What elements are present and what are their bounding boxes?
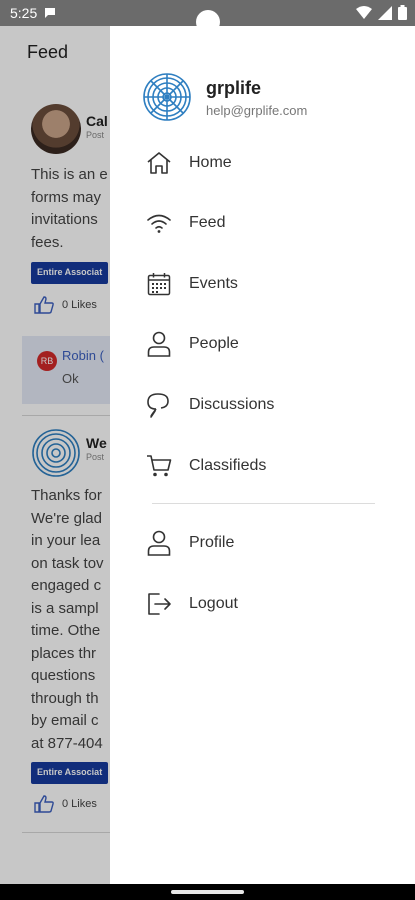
drawer-item-discussions[interactable]: Discussions bbox=[146, 385, 396, 425]
drawer-item-label: Home bbox=[189, 154, 232, 171]
drawer-item-feed[interactable]: Feed bbox=[146, 203, 396, 243]
drawer-item-profile[interactable]: Profile bbox=[146, 523, 396, 563]
message-notification-icon bbox=[45, 8, 55, 18]
drawer-item-events[interactable]: Events bbox=[146, 264, 396, 304]
signal-icon bbox=[378, 5, 392, 20]
battery-icon bbox=[398, 5, 407, 20]
drawer-divider bbox=[152, 503, 375, 504]
status-time: 5:25 bbox=[10, 5, 38, 21]
support-email: help@grplife.com bbox=[206, 103, 308, 118]
navigation-drawer: grplife help@grplife.com Home Feed Event… bbox=[110, 26, 415, 884]
cart-icon bbox=[146, 453, 172, 479]
drawer-header: grplife help@grplife.com bbox=[142, 72, 402, 124]
system-navigation-bar bbox=[0, 884, 415, 900]
drawer-item-label: Logout bbox=[189, 595, 238, 612]
drawer-item-label: Classifieds bbox=[189, 457, 267, 474]
drawer-item-home[interactable]: Home bbox=[146, 143, 396, 183]
wifi-icon bbox=[146, 210, 172, 236]
chat-icon bbox=[146, 392, 172, 418]
drawer-item-label: Profile bbox=[189, 534, 235, 551]
status-bar: 5:25 bbox=[0, 0, 415, 34]
person-icon bbox=[146, 530, 172, 556]
grplife-logo-icon bbox=[143, 73, 191, 121]
system-icons bbox=[356, 5, 407, 20]
drawer-item-label: Feed bbox=[189, 214, 226, 231]
logout-icon bbox=[146, 591, 172, 617]
home-gesture-handle[interactable] bbox=[171, 890, 244, 894]
drawer-item-label: Events bbox=[189, 275, 238, 292]
drawer-item-label: People bbox=[189, 335, 239, 352]
person-icon bbox=[146, 331, 172, 357]
app-screen: 5:25 Feed Cal Post This is an e forms ma… bbox=[0, 0, 415, 884]
drawer-item-people[interactable]: People bbox=[146, 324, 396, 364]
drawer-item-logout[interactable]: Logout bbox=[146, 584, 396, 624]
calendar-icon bbox=[146, 271, 172, 297]
drawer-item-classifieds[interactable]: Classifieds bbox=[146, 446, 396, 486]
camera-cutout bbox=[196, 10, 220, 34]
app-name: grplife bbox=[206, 78, 262, 98]
drawer-item-label: Discussions bbox=[189, 396, 275, 413]
home-icon bbox=[146, 150, 172, 176]
wifi-status-icon bbox=[356, 5, 372, 19]
